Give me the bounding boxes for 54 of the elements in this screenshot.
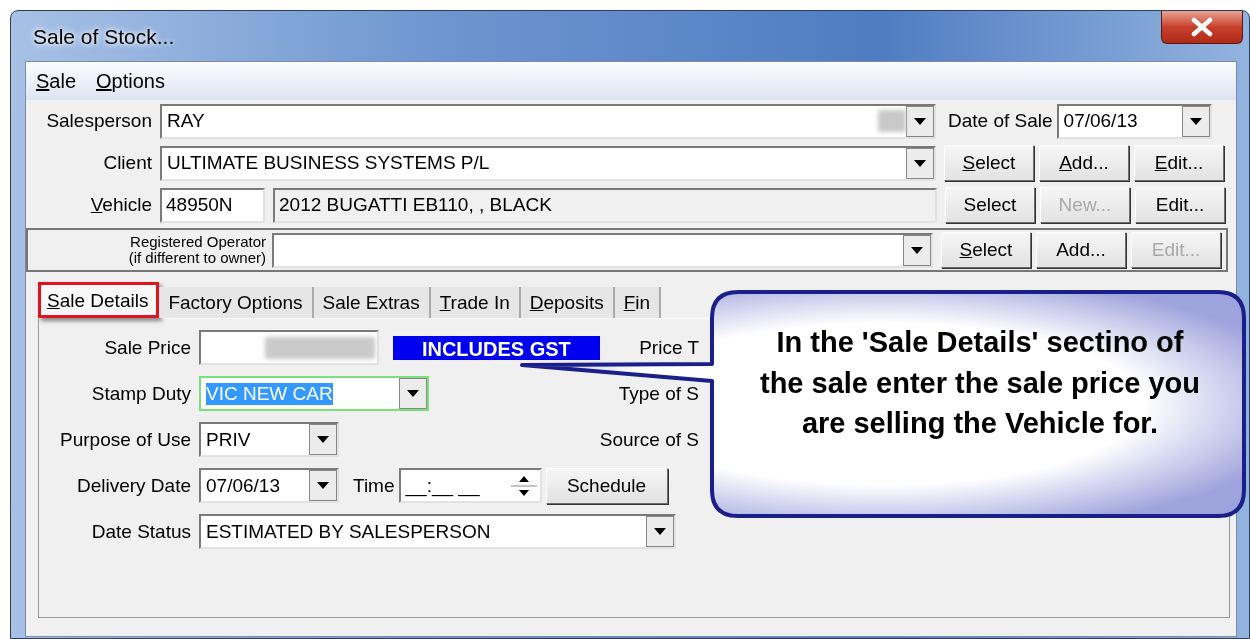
dropdown-icon (906, 105, 934, 137)
menu-item[interactable]: Options (86, 69, 175, 93)
action-button[interactable]: Add... (1039, 145, 1129, 181)
dropdown-icon (906, 147, 934, 179)
field-label: Sale Price (103, 336, 192, 359)
window-title: Sale of Stock... (33, 25, 175, 49)
time-field[interactable]: __:__ __ (398, 468, 542, 503)
field-label: Vehicle (89, 194, 153, 216)
schedule-button[interactable]: Schedule (545, 467, 668, 504)
salesperson-combo[interactable]: RAY (160, 103, 936, 139)
close-icon (1189, 17, 1215, 37)
callout-text: In the 'Sale Details' sectino of the sale enter the sale price you are selling the Vehicle for. (759, 325, 1201, 442)
field-label: Salesperson (45, 110, 153, 132)
dropdown-icon (903, 234, 931, 266)
dropdown-field[interactable]: ESTIMATED BY SALESPERSON (199, 514, 676, 549)
vehicle-description-field: 2012 BUGATTI EB110, , BLACK (273, 187, 937, 223)
action-button[interactable]: Add... (1036, 232, 1126, 268)
date-combo[interactable]: 07/06/13 (1056, 103, 1212, 139)
tab[interactable]: Trade In (430, 287, 521, 318)
dropdown-icon (399, 378, 427, 409)
action-button[interactable]: Edit... (1134, 145, 1224, 181)
action-button[interactable]: Edit... (1135, 187, 1225, 223)
field-label: Registered Operator (if different to owner) (127, 233, 267, 267)
field-label: Date of Sale (948, 110, 1053, 132)
stock-number-field[interactable]: 48950N (160, 187, 265, 223)
tab[interactable]: Sale Extras (313, 287, 431, 318)
operator-combo[interactable] (272, 232, 933, 268)
field-label: Client (102, 152, 153, 174)
field-label: Price T (639, 336, 699, 359)
field-label: Type of S (618, 382, 699, 405)
tab[interactable]: Fin (614, 287, 662, 318)
dropdown-icon (309, 470, 337, 501)
dropdown-icon (646, 516, 674, 547)
tab[interactable]: Factory Options (159, 287, 314, 318)
tab[interactable]: Deposits (520, 287, 615, 318)
field-label: Purpose of Use (59, 428, 192, 451)
dropdown-icon (309, 424, 337, 455)
field-label: Date Status (90, 520, 192, 543)
client-combo[interactable]: ULTIMATE BUSINESS SYSTEMS P/L (160, 145, 936, 181)
field-label: Time (353, 474, 395, 497)
menu-item[interactable]: Sale (26, 69, 87, 93)
gst-badge: INCLUDES GST (393, 335, 600, 360)
action-button[interactable]: Select (944, 145, 1034, 181)
field-label: Delivery Date (75, 474, 192, 497)
action-button[interactable]: Select (945, 187, 1035, 223)
sale-price-field[interactable] (199, 330, 379, 365)
delivery-date-combo[interactable]: 07/06/13 (199, 468, 339, 503)
dropdown-icon (1181, 105, 1210, 137)
action-button[interactable]: Select (941, 232, 1031, 268)
tab[interactable]: Sale Details (38, 282, 160, 318)
dropdown-field[interactable]: PRIV (199, 422, 339, 457)
field-label: Source of S (599, 428, 699, 451)
field-label: Stamp Duty (90, 382, 192, 405)
close-button[interactable] (1161, 11, 1243, 44)
